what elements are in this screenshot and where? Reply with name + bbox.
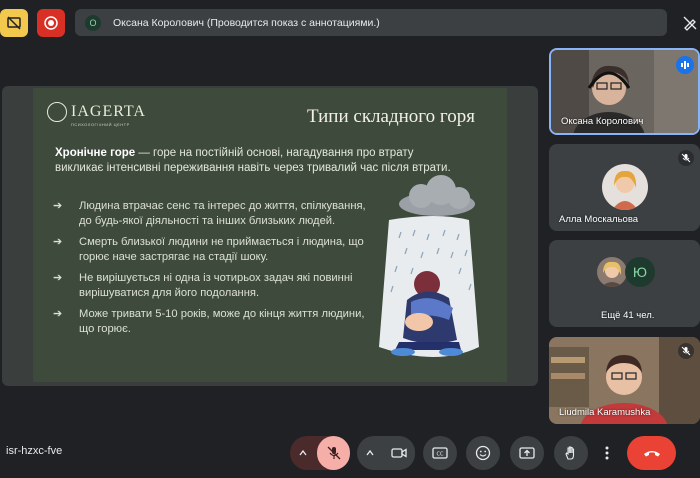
more-vert-icon	[605, 446, 609, 460]
speaking-indicator-icon	[676, 56, 694, 74]
participant-tile[interactable]: Оксана Королович	[549, 48, 700, 135]
raise-hand-button[interactable]	[554, 436, 588, 470]
arrow-icon: ➔	[53, 236, 63, 248]
participant-tile[interactable]: Алла Москальова	[549, 144, 700, 231]
meeting-code: isr-hzxc-fve	[6, 445, 63, 457]
avatar	[597, 257, 627, 287]
bullet-item: ➔ Людина втрачає сенс та інтерес до життя…	[53, 200, 366, 227]
mic-off-icon	[678, 343, 694, 359]
leave-call-button[interactable]	[627, 436, 676, 470]
arrow-icon: ➔	[53, 272, 63, 284]
logo-mark-icon	[47, 102, 67, 122]
present-screen-button[interactable]	[510, 436, 544, 470]
pen-icon	[683, 16, 696, 31]
grieving-person-illustration	[379, 175, 479, 357]
avatar: Ю	[625, 257, 655, 287]
bullet-item: ➔ Смерть близької людини не приймається і…	[53, 236, 364, 263]
participant-tile[interactable]: Liudmila Karamushka	[549, 337, 700, 424]
emoji-icon	[475, 445, 491, 461]
present-screen-icon	[519, 447, 535, 459]
stop-presenting-button[interactable]	[0, 9, 28, 37]
record-icon	[44, 16, 58, 30]
mic-toggle-button[interactable]	[317, 436, 350, 470]
presenter-status-bar: О Оксана Королович (Проводится показ с а…	[75, 9, 667, 36]
hand-icon	[565, 446, 575, 460]
svg-text:CC: CC	[437, 452, 444, 458]
mic-off-icon	[327, 446, 340, 460]
annotation-pen-button[interactable]	[679, 12, 700, 33]
slide-bullets: ➔ Людина втрачає сенс та інтерес до життя…	[53, 199, 369, 343]
logo-text: IAGERTA	[71, 103, 146, 120]
recording-button[interactable]	[37, 9, 65, 37]
presenter-status-text: Оксана Королович (Проводится показ с анн…	[113, 16, 380, 29]
more-options-button[interactable]	[596, 436, 618, 470]
slide-title: Типи складного горя	[307, 106, 475, 127]
presentation-slide: IAGERTA ПСИХОЛОГІЧНИЙ ЦЕНТР Типи складно…	[33, 88, 507, 382]
camera-toggle-button[interactable]	[383, 436, 415, 470]
presenter-avatar: О	[85, 14, 101, 31]
chevron-up-icon[interactable]	[365, 448, 375, 458]
slide-logo: IAGERTA	[47, 102, 146, 122]
logo-subtitle: ПСИХОЛОГІЧНИЙ ЦЕНТР	[71, 122, 130, 127]
chevron-up-icon[interactable]	[298, 448, 308, 458]
reactions-button[interactable]	[466, 436, 500, 470]
participant-name: Ещё 41 чел.	[601, 310, 655, 321]
bullet-item: ➔ Не вирішується ні одна із чотирьох зада…	[53, 272, 353, 299]
avatar	[602, 164, 648, 210]
participant-name: Оксана Королович	[561, 116, 644, 127]
camera-control-group	[357, 436, 415, 470]
mic-control-group	[290, 436, 350, 470]
hang-up-icon	[643, 451, 660, 457]
present-off-icon	[7, 16, 21, 30]
arrow-icon: ➔	[53, 308, 63, 320]
camera-icon	[391, 448, 407, 458]
participant-name: Liudmila Karamushka	[559, 407, 651, 418]
bullet-item: ➔ Може тривати 5-10 років, може до кінця …	[53, 308, 365, 335]
lead-term: Хронічне горе	[55, 147, 136, 159]
captions-icon: CC	[432, 447, 448, 459]
captions-button[interactable]: CC	[423, 436, 457, 470]
participant-name: Алла Москальова	[559, 214, 639, 225]
participant-tile[interactable]: Ю Ещё 41 чел.	[549, 240, 700, 327]
mic-off-icon	[678, 150, 694, 166]
arrow-icon: ➔	[53, 200, 63, 212]
